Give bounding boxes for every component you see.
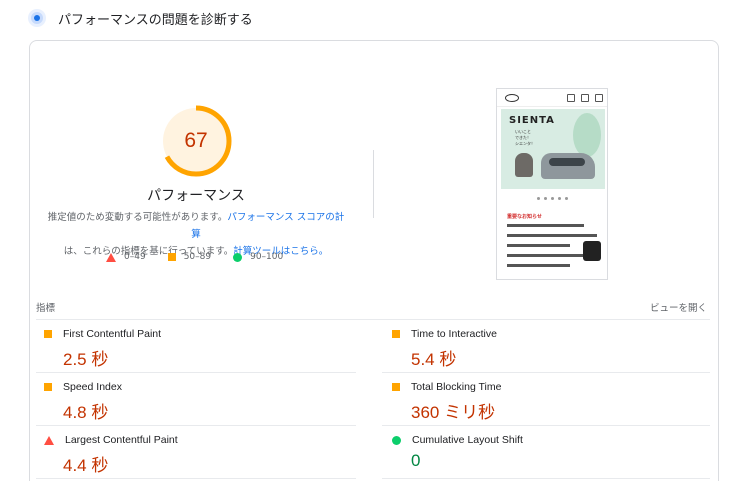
metric-cumulative-layout-shift: Cumulative Layout Shift 0 [392, 434, 712, 471]
section-header: パフォーマンスの問題を診断する [28, 6, 253, 30]
metric-name: Largest Contentful Paint [65, 434, 178, 446]
search-icon [581, 93, 589, 102]
metric-name: Speed Index [63, 381, 122, 393]
metric-value: 4.8 秒 [63, 403, 109, 422]
metric-name: Time to Interactive [411, 328, 497, 340]
screenshot-nav-icons [567, 93, 603, 102]
legend-average: 50–89 [167, 252, 212, 262]
average-square-icon [392, 330, 400, 338]
metrics-section-label: 指標 [36, 303, 56, 314]
car-graphic [541, 153, 595, 179]
legend-pass-range: 90–100 [250, 252, 284, 262]
metrics-row-divider [382, 372, 710, 373]
view-toggle[interactable]: ビューを開く [650, 300, 707, 314]
metrics-row-divider [36, 425, 356, 426]
metric-value: 0 [411, 451, 421, 470]
metric-largest-contentful-paint: Largest Contentful Paint 4.4 秒 [44, 434, 364, 476]
screenshot-nav [497, 89, 607, 107]
metric-name: Cumulative Layout Shift [412, 434, 523, 446]
metric-speed-index: Speed Index 4.8 秒 [44, 381, 364, 423]
section-title: パフォーマンスの問題を診断する [58, 12, 253, 28]
screenshot-news-title: 重要なお知らせ [507, 214, 542, 220]
fail-triangle-icon [44, 435, 54, 445]
metric-name: First Contentful Paint [63, 328, 162, 340]
metrics-row-divider [36, 372, 356, 373]
metric-name: Total Blocking Time [411, 381, 502, 393]
metric-time-to-interactive: Time to Interactive 5.4 秒 [392, 328, 712, 370]
dog-graphic [515, 153, 533, 177]
final-screenshot[interactable]: SIENTA いいこと できた！ シエンタ！ 重要なお知らせ [496, 88, 608, 280]
gauge-label: パフォーマンス [147, 188, 245, 204]
metric-value: 5.4 秒 [411, 350, 457, 369]
average-square-icon [44, 383, 52, 391]
average-square-icon [392, 383, 400, 391]
pass-circle-icon [233, 252, 243, 262]
screenshot-chat-button [583, 241, 601, 261]
metric-value: 360 ミリ秒 [411, 403, 496, 422]
screenshot-hero-banner: SIENTA いいこと できた！ シエンタ！ [501, 109, 605, 189]
score-legend: 0–49 50–89 90–100 [106, 252, 305, 262]
user-icon [567, 93, 575, 102]
metric-value: 2.5 秒 [63, 350, 109, 369]
menu-icon [595, 93, 603, 102]
metric-first-contentful-paint: First Contentful Paint 2.5 秒 [44, 328, 364, 370]
description-text-1: 推定値のため変動する可能性があります。 [47, 212, 228, 223]
performance-score: 67 [184, 129, 208, 152]
legend-pass: 90–100 [233, 252, 283, 262]
metrics-row-divider [382, 425, 710, 426]
lighthouse-category-icon [28, 9, 46, 27]
tree-graphic [573, 113, 601, 157]
vertical-divider [373, 150, 374, 218]
screenshot-hero-title: SIENTA [509, 115, 555, 126]
toyota-logo-icon [505, 93, 519, 102]
legend-fail-range: 0–49 [124, 252, 146, 262]
fail-triangle-icon [106, 252, 116, 262]
average-square-icon [167, 253, 176, 261]
metrics-row-divider [382, 478, 710, 479]
metric-total-blocking-time: Total Blocking Time 360 ミリ秒 [392, 381, 712, 423]
carousel-dots [537, 197, 568, 200]
metrics-top-divider [36, 319, 710, 320]
pass-circle-icon [392, 435, 401, 445]
metrics-row-divider [36, 478, 356, 479]
metric-value: 4.4 秒 [63, 456, 109, 475]
legend-average-range: 50–89 [183, 252, 212, 262]
legend-fail: 0–49 [106, 252, 146, 262]
screenshot-hero-subtitle: いいこと できた！ シエンタ！ [515, 129, 535, 146]
average-square-icon [44, 330, 52, 338]
